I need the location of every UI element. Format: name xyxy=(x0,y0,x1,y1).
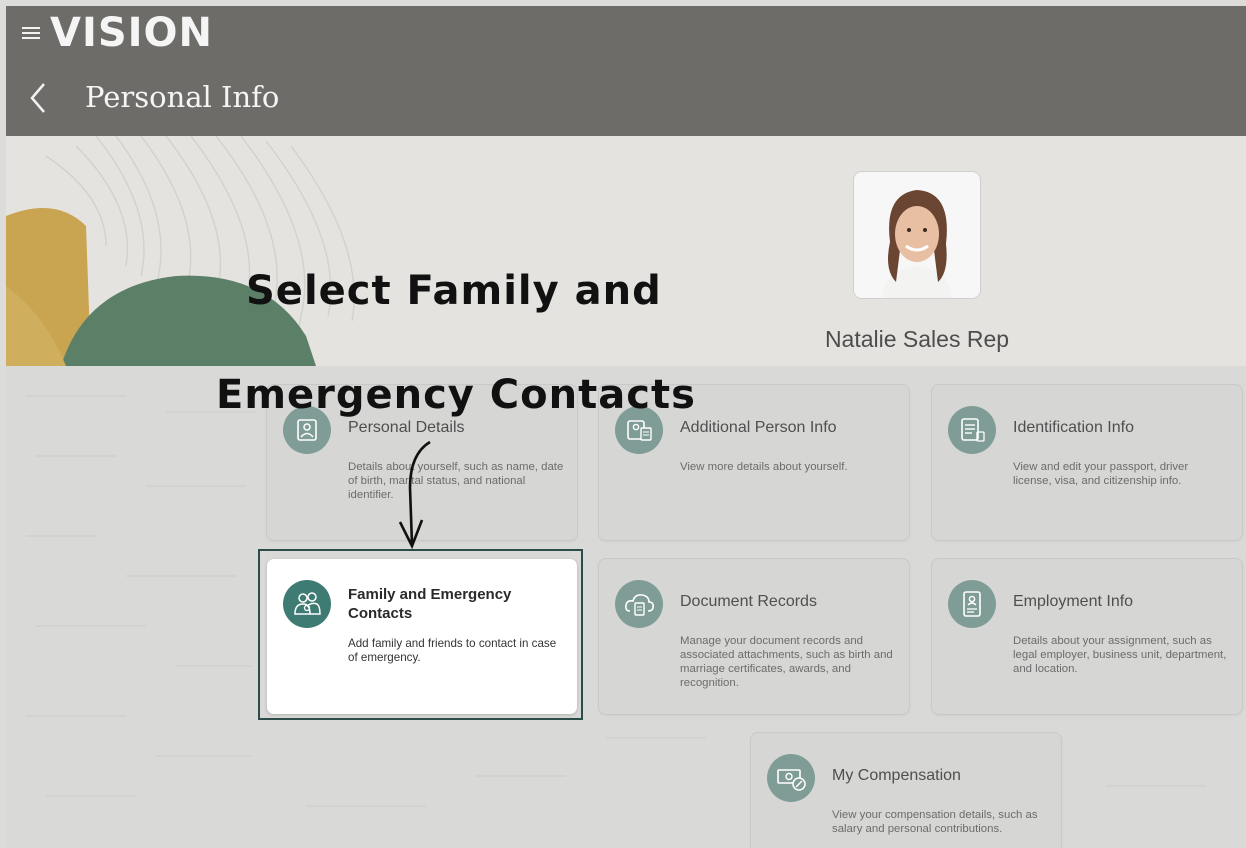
card-document-records[interactable]: Document Records Manage your document re… xyxy=(599,559,909,714)
app-logo: VISION xyxy=(50,10,214,56)
card-description: Details about yourself, such as name, da… xyxy=(348,461,564,501)
user-name: Natalie Sales Rep xyxy=(824,326,1010,352)
card-description: View your compensation details, such as … xyxy=(832,809,1038,835)
card-title: Employment Info xyxy=(1013,593,1134,610)
card-title: Family and Emergency Contacts xyxy=(348,586,512,622)
top-header: VISION Personal Info xyxy=(6,6,1246,136)
card-title: Additional Person Info xyxy=(680,419,837,436)
card-family-emergency-contacts[interactable]: Family and Emergency Contacts Add family… xyxy=(267,559,577,714)
hero-decoration xyxy=(6,136,355,366)
card-description: View and edit your passport, driver lice… xyxy=(1013,461,1189,487)
employee-badge-icon xyxy=(948,580,996,628)
card-title: Personal Details xyxy=(348,419,465,436)
annotation-line-1: Select Family and xyxy=(246,268,662,314)
card-my-compensation[interactable]: My Compensation View your compensation d… xyxy=(751,733,1061,848)
annotation-line-2: Emergency Contacts xyxy=(216,372,696,418)
back-icon[interactable] xyxy=(26,80,52,116)
card-description: Details about your assignment, such as l… xyxy=(1013,635,1227,675)
hero-banner: Natalie Sales Rep xyxy=(6,136,1246,366)
menu-icon[interactable] xyxy=(22,24,40,42)
cloud-document-icon xyxy=(615,580,663,628)
card-title: Document Records xyxy=(680,593,817,610)
card-description: Manage your document records and associa… xyxy=(680,635,893,689)
compensation-icon xyxy=(767,754,815,802)
app-frame: VISION Personal Info Natalie Sales Rep P… xyxy=(6,6,1246,848)
card-title: Identification Info xyxy=(1013,419,1134,436)
card-description: View more details about yourself. xyxy=(680,461,848,473)
card-description: Add family and friends to contact in cas… xyxy=(348,637,557,664)
annotation-arrow xyxy=(398,440,431,550)
family-icon xyxy=(283,580,331,628)
card-title: My Compensation xyxy=(832,767,961,784)
page-title: Personal Info xyxy=(85,80,280,114)
card-employment-info[interactable]: Employment Info Details about your assig… xyxy=(932,559,1242,714)
id-document-icon xyxy=(948,406,996,454)
avatar xyxy=(854,172,980,298)
card-identification-info[interactable]: Identification Info View and edit your p… xyxy=(932,385,1242,540)
